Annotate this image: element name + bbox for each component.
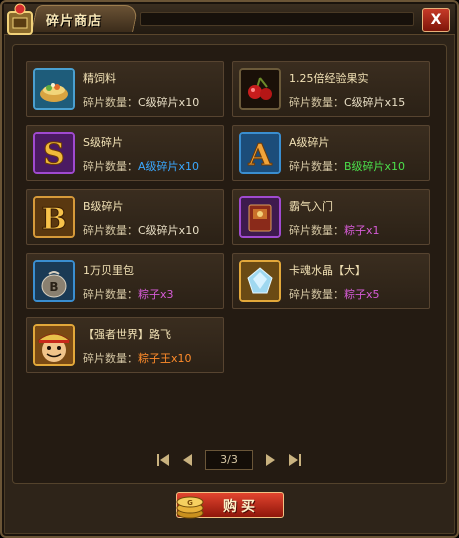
item-cost: 碎片数量：B级碎片x10: [289, 158, 405, 174]
item-cost: 碎片数量：C级碎片x10: [83, 94, 199, 110]
svg-text:B: B: [49, 280, 58, 294]
cost-label: 碎片数量：: [289, 288, 344, 301]
exp-fruit-icon: [239, 68, 281, 110]
item-cost: 碎片数量：C级碎片x10: [83, 222, 199, 238]
item-cost: 碎片数量：A级碎片x10: [83, 158, 199, 174]
first-page-icon[interactable]: [155, 452, 171, 468]
item-cost: 碎片数量：粽子x5: [289, 286, 380, 302]
a-fragment-icon: A: [239, 132, 281, 174]
svg-text:B: B: [41, 202, 66, 236]
money-bag-icon: B: [33, 260, 75, 302]
buy-button-label: 购买: [223, 499, 259, 515]
item-name: 1万贝里包: [83, 264, 134, 277]
svg-text:A: A: [247, 138, 272, 172]
item-name: 1.25倍经验果实: [289, 72, 369, 85]
shop-item[interactable]: B B级碎片 碎片数量：C级碎片x10: [26, 189, 224, 245]
close-button[interactable]: X: [422, 8, 450, 32]
shop-item[interactable]: A A级碎片 碎片数量：B级碎片x10: [232, 125, 430, 181]
cost-value: C级碎片x10: [138, 224, 200, 237]
cost-label: 碎片数量：: [83, 352, 138, 365]
s-fragment-icon: S: [33, 132, 75, 174]
luffy-icon: [33, 324, 75, 366]
next-page-icon[interactable]: [263, 452, 279, 468]
cost-value: C级碎片x10: [138, 96, 200, 109]
item-cost: 碎片数量：C级碎片x15: [289, 94, 405, 110]
last-page-icon[interactable]: [287, 452, 303, 468]
cost-value: 粽子x5: [344, 288, 380, 301]
window-title: 碎片商店: [46, 14, 103, 29]
shop-item[interactable]: 精饲料 碎片数量：C级碎片x10: [26, 61, 224, 117]
crystal-icon: [239, 260, 281, 302]
shop-logo-icon: [7, 3, 33, 35]
item-name: 卡魂水晶【大】: [289, 264, 366, 277]
shop-item[interactable]: 【强者世界】路飞 碎片数量：粽子王x10: [26, 317, 224, 373]
cost-value: 粽子x3: [138, 288, 174, 301]
feed-icon: [33, 68, 75, 110]
item-cost: 碎片数量：粽子王x10: [83, 350, 192, 366]
pager: 3/3: [153, 450, 313, 472]
svg-text:S: S: [43, 137, 65, 172]
item-name: 霸气入门: [289, 200, 333, 213]
cost-label: 碎片数量：: [83, 288, 138, 301]
svg-text:G: G: [187, 499, 193, 507]
item-name: S级碎片: [83, 136, 123, 149]
cost-label: 碎片数量：: [289, 224, 344, 237]
shop-item[interactable]: S S级碎片 碎片数量：A级碎片x10: [26, 125, 224, 181]
cost-value: A级碎片x10: [138, 160, 200, 173]
cost-value: B级碎片x10: [344, 160, 406, 173]
cost-label: 碎片数量：: [289, 160, 344, 173]
buy-button[interactable]: G 购买: [176, 492, 284, 519]
cost-label: 碎片数量：: [83, 224, 138, 237]
shop-item[interactable]: 霸气入门 碎片数量：粽子x1: [232, 189, 430, 245]
title-strip: [140, 12, 414, 26]
shop-item[interactable]: 1.25倍经验果实 碎片数量：C级碎片x15: [232, 61, 430, 117]
item-cost: 碎片数量：粽子x3: [83, 286, 174, 302]
item-cost: 碎片数量：粽子x1: [289, 222, 380, 238]
book-icon: [239, 196, 281, 238]
item-name: A级碎片: [289, 136, 330, 149]
cost-label: 碎片数量：: [289, 96, 344, 109]
item-name: 精饲料: [83, 72, 116, 85]
page-indicator: 3/3: [205, 450, 253, 470]
shop-item[interactable]: B 1万贝里包 碎片数量：粽子x3: [26, 253, 224, 309]
prev-page-icon[interactable]: [179, 452, 195, 468]
cost-value: 粽子王x10: [138, 352, 192, 365]
shop-item[interactable]: 卡魂水晶【大】 碎片数量：粽子x5: [232, 253, 430, 309]
b-fragment-icon: B: [33, 196, 75, 238]
item-name: 【强者世界】路飞: [83, 328, 171, 341]
coin-icon: G: [176, 496, 204, 519]
cost-value: C级碎片x15: [344, 96, 406, 109]
cost-label: 碎片数量：: [83, 160, 138, 173]
item-name: B级碎片: [83, 200, 124, 213]
cost-value: 粽子x1: [344, 224, 380, 237]
cost-label: 碎片数量：: [83, 96, 138, 109]
